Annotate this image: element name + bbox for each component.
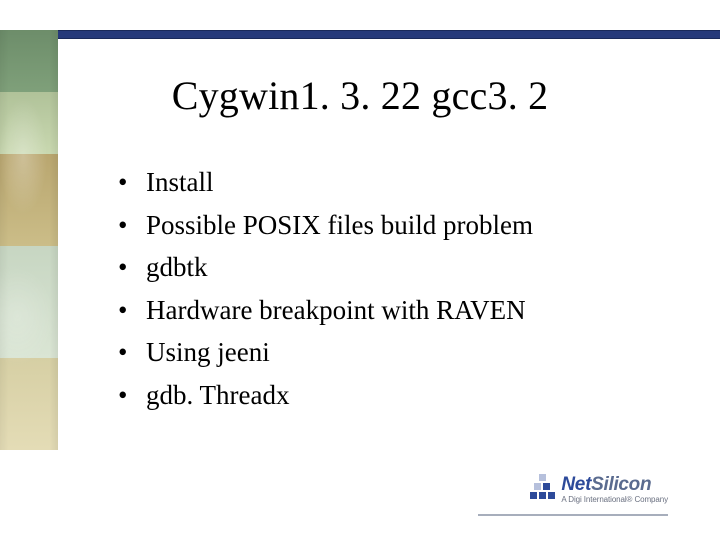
bullet-text: Possible POSIX files build problem [146,210,533,240]
bullet-text: Install [146,167,214,197]
logo-text: NetSilicon A Digi International® Company [561,475,668,504]
list-item: Using jeeni [118,332,533,373]
list-item: gdb. Threadx [118,375,533,416]
brand-tagline: A Digi International® Company [561,496,668,504]
list-item: gdbtk [118,247,533,288]
slide-title: Cygwin1. 3. 22 gcc3. 2 [0,72,720,119]
logo-mark-icon [529,474,555,504]
list-item: Possible POSIX files build problem [118,205,533,246]
list-item: Install [118,162,533,203]
bullet-text: gdbtk [146,252,208,282]
footer-logo: NetSilicon A Digi International® Company [529,474,668,504]
brand-part-net: Net [561,474,591,495]
brand-part-silicon: Silicon [591,474,651,495]
bullet-text: Using jeeni [146,337,270,367]
brand-name: NetSilicon [561,475,668,494]
bullet-text: gdb. Threadx [146,380,289,410]
footer-divider [478,514,668,516]
list-item: Hardware breakpoint with RAVEN [118,290,533,331]
bullet-list: Install Possible POSIX files build probl… [118,162,533,417]
bullet-text: Hardware breakpoint with RAVEN [146,295,526,325]
top-accent-bar [0,30,720,39]
